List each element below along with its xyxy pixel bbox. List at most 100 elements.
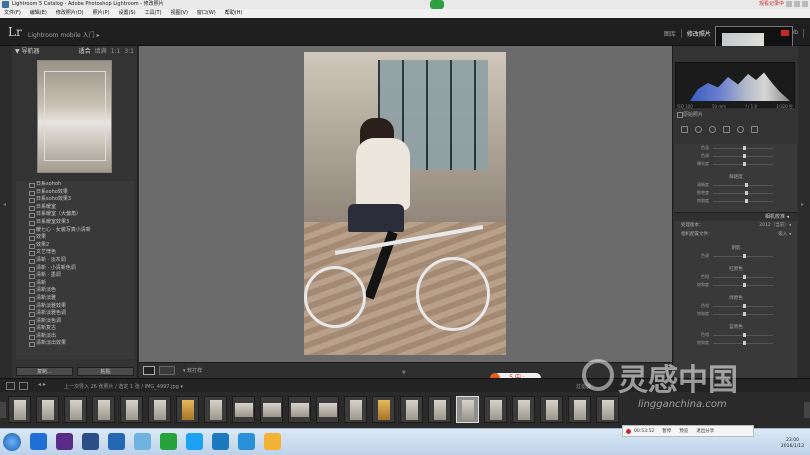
slider-row[interactable]: 饱和度 <box>675 281 797 289</box>
slider-row[interactable]: 色相 <box>675 331 797 339</box>
taskbar-app-icon[interactable] <box>186 433 203 450</box>
original-photo-checkbox[interactable]: 原始照片 <box>677 111 703 118</box>
slider-row[interactable]: 色调 <box>675 252 797 260</box>
paste-button[interactable]: 粘贴 <box>77 367 134 376</box>
taskbar-app-icon[interactable] <box>30 433 47 450</box>
slider-row[interactable]: 清晰度 <box>675 181 797 189</box>
filmstrip-thumbnail[interactable] <box>512 396 535 423</box>
zoom-option[interactable]: 填满 <box>95 48 107 55</box>
spot-removal-icon[interactable] <box>695 126 702 133</box>
camera-profile-row[interactable]: 相机配置文件： 嵌入 ◂ <box>675 230 797 239</box>
preset-item[interactable]: 效果2 <box>16 242 134 250</box>
filmstrip-thumbnail[interactable] <box>176 396 199 423</box>
minimize-button[interactable] <box>786 1 792 7</box>
profile-value[interactable]: 嵌入 ◂ <box>778 230 791 239</box>
zoom-option[interactable]: 适合 <box>79 48 91 55</box>
slider-row[interactable]: 色调 <box>675 152 797 160</box>
slider-knob[interactable] <box>743 275 746 279</box>
filmstrip-thumbnail[interactable] <box>344 396 367 423</box>
filmstrip-thumbnail[interactable] <box>148 396 171 423</box>
taskbar-app-icon[interactable] <box>108 433 125 450</box>
slider-row[interactable]: 色相 <box>675 273 797 281</box>
main-photo[interactable] <box>304 52 506 355</box>
preset-item[interactable]: 日系sohoh <box>16 181 134 189</box>
filmstrip-thumbnail[interactable] <box>36 396 59 423</box>
lightroom-mobile-link[interactable]: Lightroom mobile 入门 ▸ <box>28 30 100 39</box>
preset-item[interactable]: 日系暖室效果3 <box>16 219 134 227</box>
process-value[interactable]: 2012（当前）◂ <box>759 221 791 230</box>
menu-item[interactable]: 文件(F) <box>4 9 21 18</box>
filmstrip-thumbnail[interactable] <box>288 396 311 423</box>
zoom-option[interactable]: 3:1 <box>124 48 134 55</box>
close-button[interactable] <box>802 1 808 7</box>
menu-item[interactable]: 工具(T) <box>145 9 162 18</box>
filmstrip-thumbnail[interactable] <box>596 396 619 423</box>
slider-row[interactable]: 色相 <box>675 302 797 310</box>
maximize-button[interactable] <box>794 1 800 7</box>
preset-item[interactable]: 文艺悖色 <box>16 249 134 257</box>
start-button[interactable] <box>3 433 21 451</box>
navigator-header[interactable]: ▼ 导航器 适合 填满 1:1 3:1 <box>12 46 137 57</box>
taskbar-app-icon[interactable] <box>264 433 281 450</box>
filmstrip-nav[interactable]: ◂ ▸ <box>38 381 46 388</box>
red-eye-icon[interactable] <box>709 126 716 133</box>
preset-item[interactable]: 暖七心 · 女装写真小清新 <box>16 227 134 235</box>
slider-knob[interactable] <box>743 283 746 287</box>
taskbar-app-icon[interactable] <box>160 433 177 450</box>
tray-item[interactable]: 暂停 <box>662 428 671 434</box>
preset-item[interactable]: 清新复古 <box>16 325 134 333</box>
filmstrip-thumbnail[interactable] <box>92 396 115 423</box>
slider-knob[interactable] <box>745 191 748 195</box>
preset-item[interactable]: 清新淡雅 <box>16 295 134 303</box>
softproof-toggle[interactable]: ▾ 软打样 <box>183 367 202 374</box>
taskbar-app-icon[interactable] <box>238 433 255 450</box>
taskbar-app-icon[interactable] <box>82 433 99 450</box>
tray-item[interactable]: 退出分享 <box>696 428 714 434</box>
preset-item[interactable]: 清新淡色 <box>16 287 134 295</box>
slider-row[interactable]: 曝光度 <box>675 160 797 168</box>
filmstrip-thumbnail[interactable] <box>232 396 255 423</box>
adjustment-brush-icon[interactable] <box>751 126 758 133</box>
filmstrip-thumbnail[interactable] <box>316 396 339 423</box>
slider-knob[interactable] <box>743 341 746 345</box>
slider-row[interactable]: 饱和度 <box>675 339 797 347</box>
preset-item[interactable]: 日系暖室（大偏角） <box>16 211 134 219</box>
preset-item[interactable]: 清新 · 淡灰调 <box>16 257 134 265</box>
slider-knob[interactable] <box>745 199 748 203</box>
taskbar-app-icon[interactable] <box>56 433 73 450</box>
secondary-display-icon[interactable] <box>19 382 28 390</box>
filmstrip-thumbnail[interactable] <box>372 396 395 423</box>
filmstrip-thumbnail[interactable] <box>260 396 283 423</box>
slider-knob[interactable] <box>743 254 746 258</box>
preset-item[interactable]: 清新淡出效果 <box>16 340 134 348</box>
slider-row[interactable]: 色温 <box>675 144 797 152</box>
filter-label[interactable]: 过滤器： <box>576 383 596 390</box>
taskbar-app-icon[interactable] <box>134 433 151 450</box>
preset-item[interactable]: 清新 · 小清新色调 <box>16 265 134 273</box>
preset-item[interactable]: 清新 · 墨调 <box>16 272 134 280</box>
process-version-row[interactable]: 处理版本： 2012（当前）◂ <box>675 221 797 230</box>
preset-item[interactable]: 清新淡雅色调 <box>16 310 134 318</box>
tray-item[interactable]: 预览 <box>679 428 688 434</box>
menu-item[interactable]: 设置(S) <box>119 9 136 18</box>
slider-track[interactable] <box>713 201 773 202</box>
preset-item[interactable]: 日系soho效果3 <box>16 196 134 204</box>
menu-item[interactable]: 窗口(W) <box>197 9 216 18</box>
loupe-view-button[interactable] <box>143 366 155 375</box>
slider-track[interactable] <box>713 185 773 186</box>
filmstrip-thumbnail[interactable] <box>540 396 563 423</box>
preset-item[interactable]: 效果 <box>16 234 134 242</box>
slider-knob[interactable] <box>743 146 746 150</box>
slider-knob[interactable] <box>743 333 746 337</box>
filmstrip-thumbnail[interactable] <box>8 396 31 423</box>
filmstrip-scroll-right[interactable] <box>804 402 810 418</box>
graduated-filter-icon[interactable] <box>723 126 730 133</box>
module-tab[interactable]: 图库 <box>659 29 682 38</box>
camera-calibration-header[interactable]: 相机校准 ◂ <box>675 212 797 221</box>
slider-row[interactable]: 饱和度 <box>675 310 797 318</box>
right-panel-toggle[interactable]: ▸ <box>798 46 810 378</box>
navigator-preview[interactable] <box>37 60 112 173</box>
module-tab[interactable]: 修改照片 <box>682 29 717 38</box>
preset-item[interactable]: 清新淡色调 <box>16 318 134 326</box>
filmstrip-thumbnail[interactable] <box>456 396 479 423</box>
